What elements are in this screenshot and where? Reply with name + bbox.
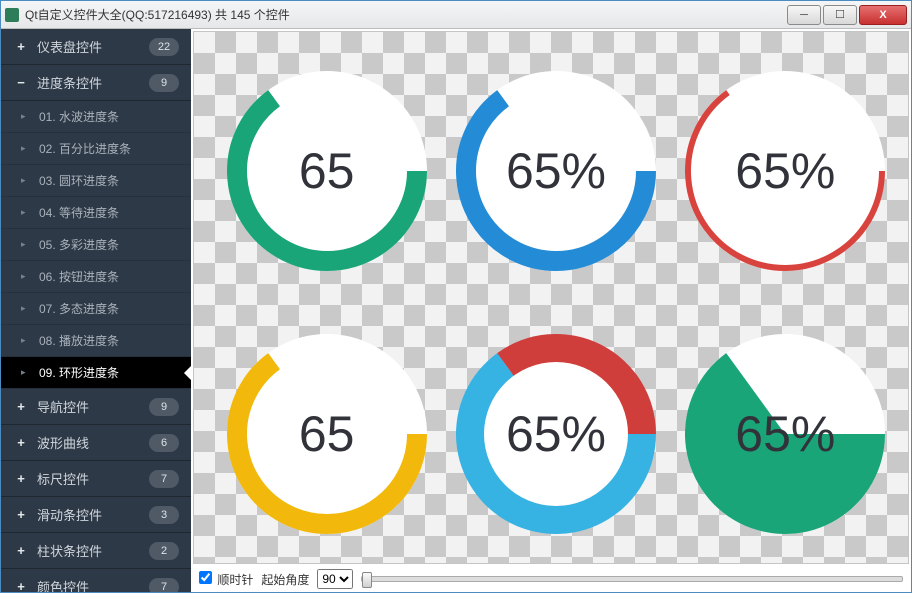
dial-grid: 6565%65%6565%65% xyxy=(194,32,908,563)
category-badge: 6 xyxy=(149,434,179,452)
category-badge: 9 xyxy=(149,74,179,92)
sidebar-category-cat2[interactable]: + 导航控件9 xyxy=(1,389,191,425)
sidebar-category-dashboard[interactable]: + 仪表盘控件22 xyxy=(1,29,191,65)
sidebar-item-label: 06. 按钮进度条 xyxy=(39,268,119,285)
sidebar-item-label: 07. 多态进度条 xyxy=(39,300,119,317)
sidebar-item-label: 01. 水波进度条 xyxy=(39,108,119,125)
chevron-right-icon: ▸ xyxy=(21,143,33,154)
progress-value-text: 65 xyxy=(222,66,432,276)
clockwise-checkbox-wrap[interactable]: 顺时针 xyxy=(199,571,253,588)
chevron-right-icon: ▸ xyxy=(21,239,33,250)
expand-icon: + xyxy=(13,471,29,486)
category-label: 标尺控件 xyxy=(37,469,149,488)
close-button[interactable]: X xyxy=(859,5,907,25)
sidebar-category-cat7[interactable]: + 颜色控件7 xyxy=(1,569,191,592)
titlebar: Qt自定义控件大全(QQ:517216493) 共 145 个控件 ─ ☐ X xyxy=(1,1,911,29)
category-badge: 7 xyxy=(149,470,179,488)
chevron-right-icon: ▸ xyxy=(21,335,33,346)
category-badge: 9 xyxy=(149,398,179,416)
sidebar-item-label: 03. 圆环进度条 xyxy=(39,172,119,189)
sidebar-category-cat6[interactable]: + 柱状条控件2 xyxy=(1,533,191,569)
chevron-right-icon: ▸ xyxy=(21,367,33,378)
sidebar-item-3[interactable]: ▸ 03. 圆环进度条 xyxy=(1,165,191,197)
sidebar-item-4[interactable]: ▸ 04. 等待进度条 xyxy=(1,197,191,229)
clockwise-checkbox[interactable] xyxy=(199,571,212,584)
progress-value-text: 65% xyxy=(680,329,890,539)
category-badge: 3 xyxy=(149,506,179,524)
sidebar-item-8[interactable]: ▸ 08. 播放进度条 xyxy=(1,325,191,357)
start-angle-label: 起始角度 xyxy=(261,571,309,588)
maximize-button[interactable]: ☐ xyxy=(823,5,857,25)
sidebar-item-6[interactable]: ▸ 06. 按钮进度条 xyxy=(1,261,191,293)
category-badge: 22 xyxy=(149,38,179,56)
progress-value-text: 65% xyxy=(451,66,661,276)
ring-progress-3: 65% xyxy=(679,52,892,290)
sidebar-category-cat5[interactable]: + 滑动条控件3 xyxy=(1,497,191,533)
sidebar-item-7[interactable]: ▸ 07. 多态进度条 xyxy=(1,293,191,325)
sidebar-item-label: 05. 多彩进度条 xyxy=(39,236,119,253)
chevron-right-icon: ▸ xyxy=(21,303,33,314)
category-label: 仪表盘控件 xyxy=(37,37,149,56)
chevron-right-icon: ▸ xyxy=(21,207,33,218)
category-label: 导航控件 xyxy=(37,397,149,416)
slider-thumb[interactable] xyxy=(362,572,372,588)
preview-canvas: 6565%65%6565%65% xyxy=(193,31,909,564)
window-title: Qt自定义控件大全(QQ:517216493) 共 145 个控件 xyxy=(25,6,785,23)
sidebar-category-cat3[interactable]: + 波形曲线6 xyxy=(1,425,191,461)
expand-icon: + xyxy=(13,39,29,54)
sidebar-item-1[interactable]: ▸ 01. 水波进度条 xyxy=(1,101,191,133)
category-label: 波形曲线 xyxy=(37,433,149,452)
minimize-button[interactable]: ─ xyxy=(787,5,821,25)
sidebar-category-progress[interactable]: −进度条控件9 xyxy=(1,65,191,101)
category-label: 进度条控件 xyxy=(37,73,149,92)
main-area: 6565%65%6565%65% 顺时针 起始角度 90 xyxy=(191,29,911,592)
sidebar-item-label: 09. 环形进度条 xyxy=(39,364,119,381)
sidebar-item-9[interactable]: ▸ 09. 环形进度条 xyxy=(1,357,191,389)
app-icon xyxy=(5,8,19,22)
progress-value-text: 65% xyxy=(680,66,890,276)
progress-value-text: 65 xyxy=(222,329,432,539)
expand-icon: + xyxy=(13,543,29,558)
value-slider[interactable] xyxy=(361,576,903,582)
expand-icon: + xyxy=(13,579,29,592)
ring-progress-4: 65 xyxy=(220,316,433,554)
ring-progress-2: 65% xyxy=(449,52,662,290)
chevron-right-icon: ▸ xyxy=(21,271,33,282)
window-controls: ─ ☐ X xyxy=(785,5,907,25)
ring-progress-5: 65% xyxy=(449,316,662,554)
sidebar-item-label: 02. 百分比进度条 xyxy=(39,140,131,157)
chevron-right-icon: ▸ xyxy=(21,111,33,122)
sidebar-item-5[interactable]: ▸ 05. 多彩进度条 xyxy=(1,229,191,261)
sidebar-item-2[interactable]: ▸ 02. 百分比进度条 xyxy=(1,133,191,165)
sidebar[interactable]: +仪表盘控件22−进度条控件9▸01. 水波进度条▸02. 百分比进度条▸03.… xyxy=(1,29,191,592)
chevron-right-icon: ▸ xyxy=(21,175,33,186)
expand-icon: + xyxy=(13,399,29,414)
window: Qt自定义控件大全(QQ:517216493) 共 145 个控件 ─ ☐ X … xyxy=(0,0,912,593)
category-label: 颜色控件 xyxy=(37,577,149,592)
expand-icon: + xyxy=(13,435,29,450)
category-label: 滑动条控件 xyxy=(37,505,149,524)
ring-progress-1: 65 xyxy=(220,52,433,290)
expand-icon: + xyxy=(13,507,29,522)
category-label: 柱状条控件 xyxy=(37,541,149,560)
ring-progress-6: 65% xyxy=(679,316,892,554)
clockwise-label: 顺时针 xyxy=(217,573,253,587)
category-badge: 2 xyxy=(149,542,179,560)
expand-icon: − xyxy=(13,75,29,90)
category-badge: 7 xyxy=(149,578,179,593)
start-angle-select[interactable]: 90 xyxy=(317,569,353,589)
sidebar-item-label: 08. 播放进度条 xyxy=(39,332,119,349)
sidebar-category-cat4[interactable]: + 标尺控件7 xyxy=(1,461,191,497)
sidebar-item-label: 04. 等待进度条 xyxy=(39,204,119,221)
progress-value-text: 65% xyxy=(451,329,661,539)
bottom-controls: 顺时针 起始角度 90 xyxy=(191,566,911,592)
